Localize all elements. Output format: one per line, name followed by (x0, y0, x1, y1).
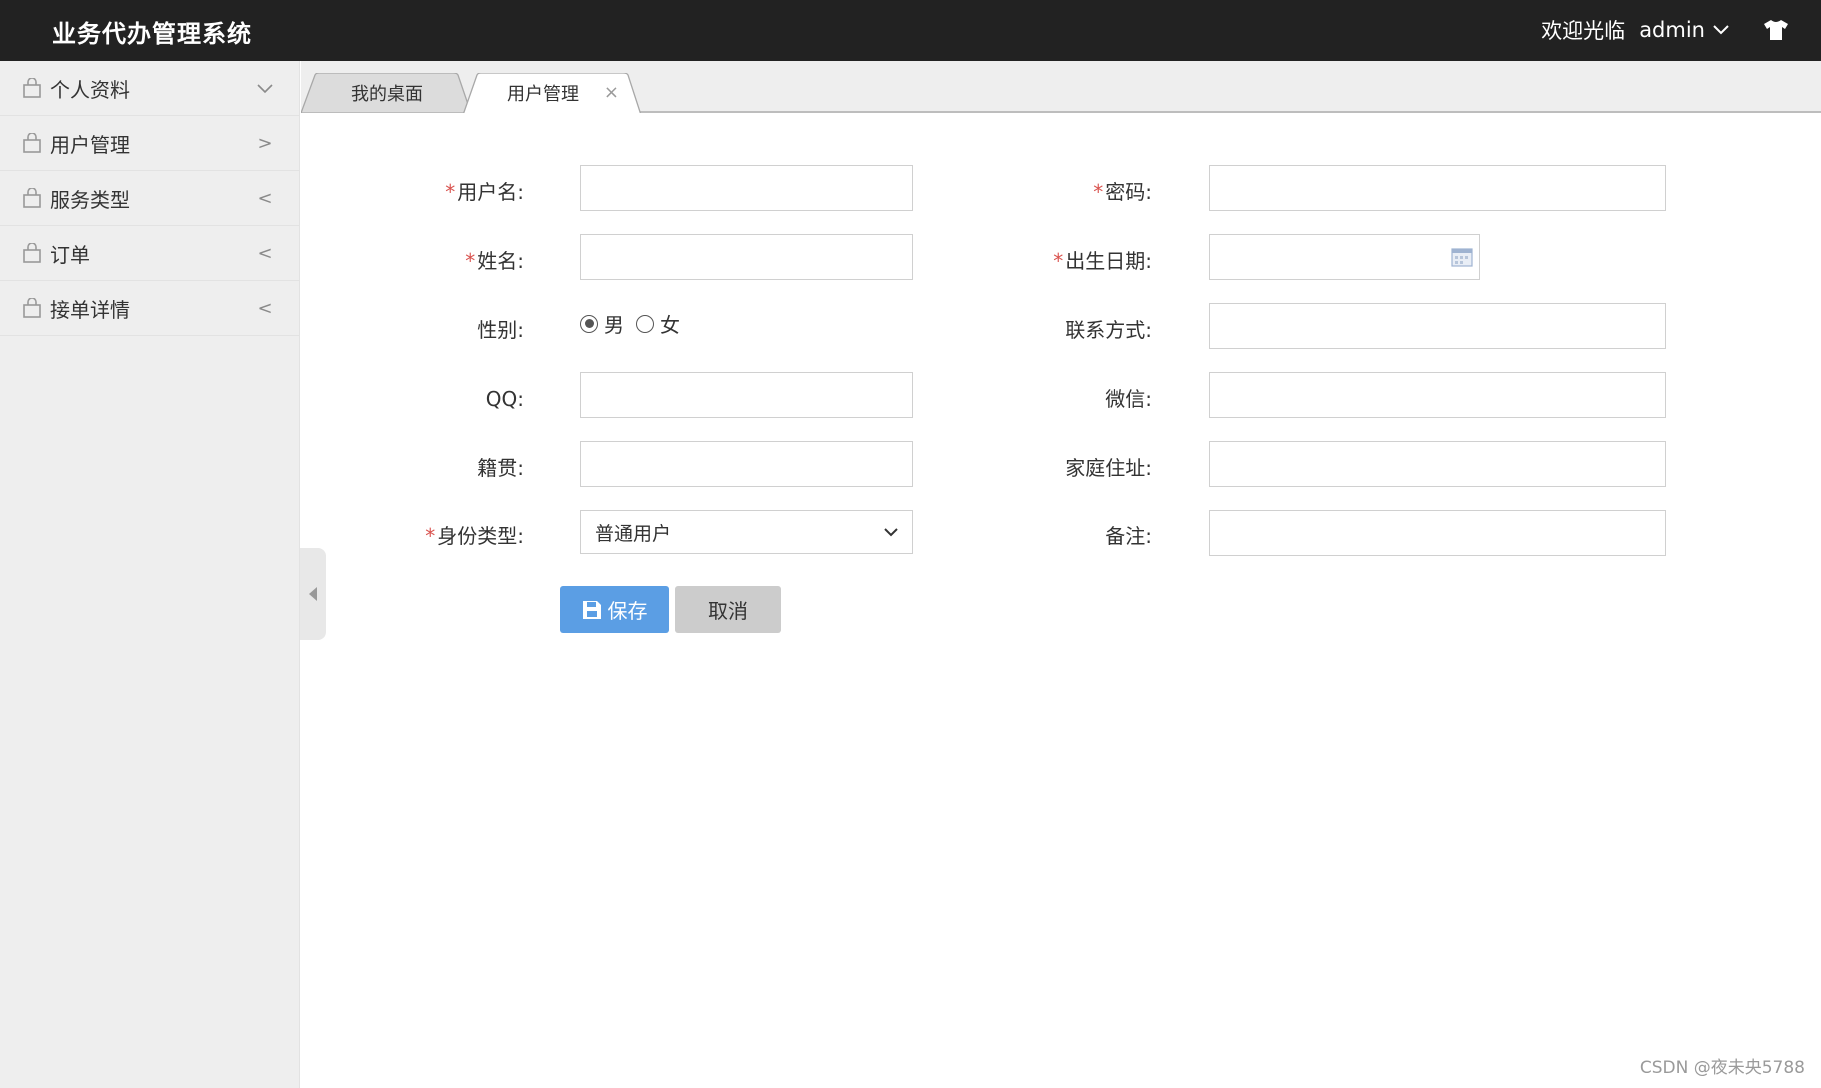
sidebar-item-label: 订单 (50, 242, 90, 267)
gender-label: 性别: (477, 318, 524, 342)
sidebar-item-label: 接单详情 (50, 297, 130, 322)
password-input[interactable] (1209, 165, 1666, 211)
calendar-icon[interactable] (1451, 247, 1473, 267)
native-place-label: 籍贯: (477, 456, 524, 480)
welcome-text: 欢迎光临 (1541, 19, 1626, 43)
identity-type-select[interactable]: 普通用户 (580, 510, 913, 554)
tab-label: 我的桌面 (351, 84, 423, 105)
shopping-bag-icon (22, 297, 44, 319)
save-icon (582, 600, 601, 619)
shirt-icon[interactable] (1763, 19, 1789, 41)
qq-label: QQ: (485, 387, 524, 411)
gender-male-label: 男 (604, 313, 624, 337)
birth-date-label: * 出生日期: (1053, 249, 1152, 273)
username: admin (1639, 18, 1705, 42)
chevron-down-icon (884, 527, 898, 536)
address-input[interactable] (1209, 441, 1666, 487)
form-panel: * 用户名: * 密码: * 姓名: * 出生日期: 性别: 男 女 联系方式: QQ:… (326, 113, 1821, 1088)
close-icon[interactable]: × (604, 82, 619, 103)
username-label: * 用户名: (445, 180, 524, 204)
identity-type-label: * 身份类型: (425, 524, 524, 548)
sidebar-item-order-details[interactable]: 接单详情 < (0, 281, 299, 336)
tab-desktop[interactable]: 我的桌面 (301, 73, 473, 113)
chevron-left-icon: < (257, 297, 273, 319)
sidebar-item-label: 个人资料 (50, 77, 130, 102)
user-area: 欢迎光临 admin (1541, 14, 1789, 46)
shopping-bag-icon (22, 187, 44, 209)
shopping-bag-icon (22, 132, 44, 154)
gender-female-radio[interactable] (636, 314, 654, 333)
top-header: 业务代办管理系统 欢迎光临 admin (0, 0, 1821, 61)
gender-male-radio[interactable] (580, 314, 598, 333)
sidebar-item-user-management[interactable]: 用户管理 > (0, 116, 299, 171)
remark-input[interactable] (1209, 510, 1666, 556)
gender-radio-group: 男 女 (580, 309, 692, 338)
birth-date-picker[interactable] (1209, 234, 1480, 280)
chevron-right-icon: > (257, 132, 273, 154)
tab-user-management[interactable]: 用户管理 × (463, 73, 643, 115)
sidebar-item-label: 用户管理 (50, 132, 130, 157)
sidebar-item-orders[interactable]: 订单 < (0, 226, 299, 281)
qq-input[interactable] (580, 372, 913, 418)
sidebar-item-profile[interactable]: 个人资料 (0, 61, 299, 116)
cancel-button[interactable]: 取消 (675, 586, 781, 633)
tab-label: 用户管理 (507, 84, 579, 105)
sidebar: 个人资料 用户管理 > 服务类型 < 订单 < 接单详情 < (0, 61, 300, 1088)
name-input[interactable] (580, 234, 913, 280)
chevron-down-icon (255, 78, 275, 99)
identity-type-value: 普通用户 (595, 522, 672, 545)
shopping-bag-icon (22, 242, 44, 264)
shopping-bag-icon (22, 77, 44, 99)
wechat-input[interactable] (1209, 372, 1666, 418)
chevron-left-icon: < (257, 187, 273, 209)
caret-left-icon (309, 587, 317, 601)
address-label: 家庭住址: (1065, 456, 1152, 480)
username-input[interactable] (580, 165, 913, 211)
sidebar-item-service-type[interactable]: 服务类型 < (0, 171, 299, 226)
watermark: CSDN @夜未央5788 (1639, 1058, 1805, 1078)
contact-label: 联系方式: (1065, 318, 1152, 342)
name-label: * 姓名: (465, 249, 524, 273)
chevron-down-icon (1713, 25, 1729, 35)
user-menu[interactable]: admin (1639, 18, 1729, 42)
password-label: * 密码: (1093, 180, 1152, 204)
native-place-input[interactable] (580, 441, 913, 487)
remark-label: 备注: (1105, 524, 1152, 548)
save-button[interactable]: 保存 (560, 586, 669, 633)
gender-female-label: 女 (660, 313, 680, 337)
contact-input[interactable] (1209, 303, 1666, 349)
app-title: 业务代办管理系统 (52, 20, 252, 48)
chevron-left-icon: < (257, 242, 273, 264)
wechat-label: 微信: (1105, 387, 1152, 411)
sidebar-item-label: 服务类型 (50, 187, 130, 212)
tab-bar: 我的桌面 用户管理 × (301, 61, 1821, 115)
sidebar-collapse-handle[interactable] (300, 548, 326, 640)
